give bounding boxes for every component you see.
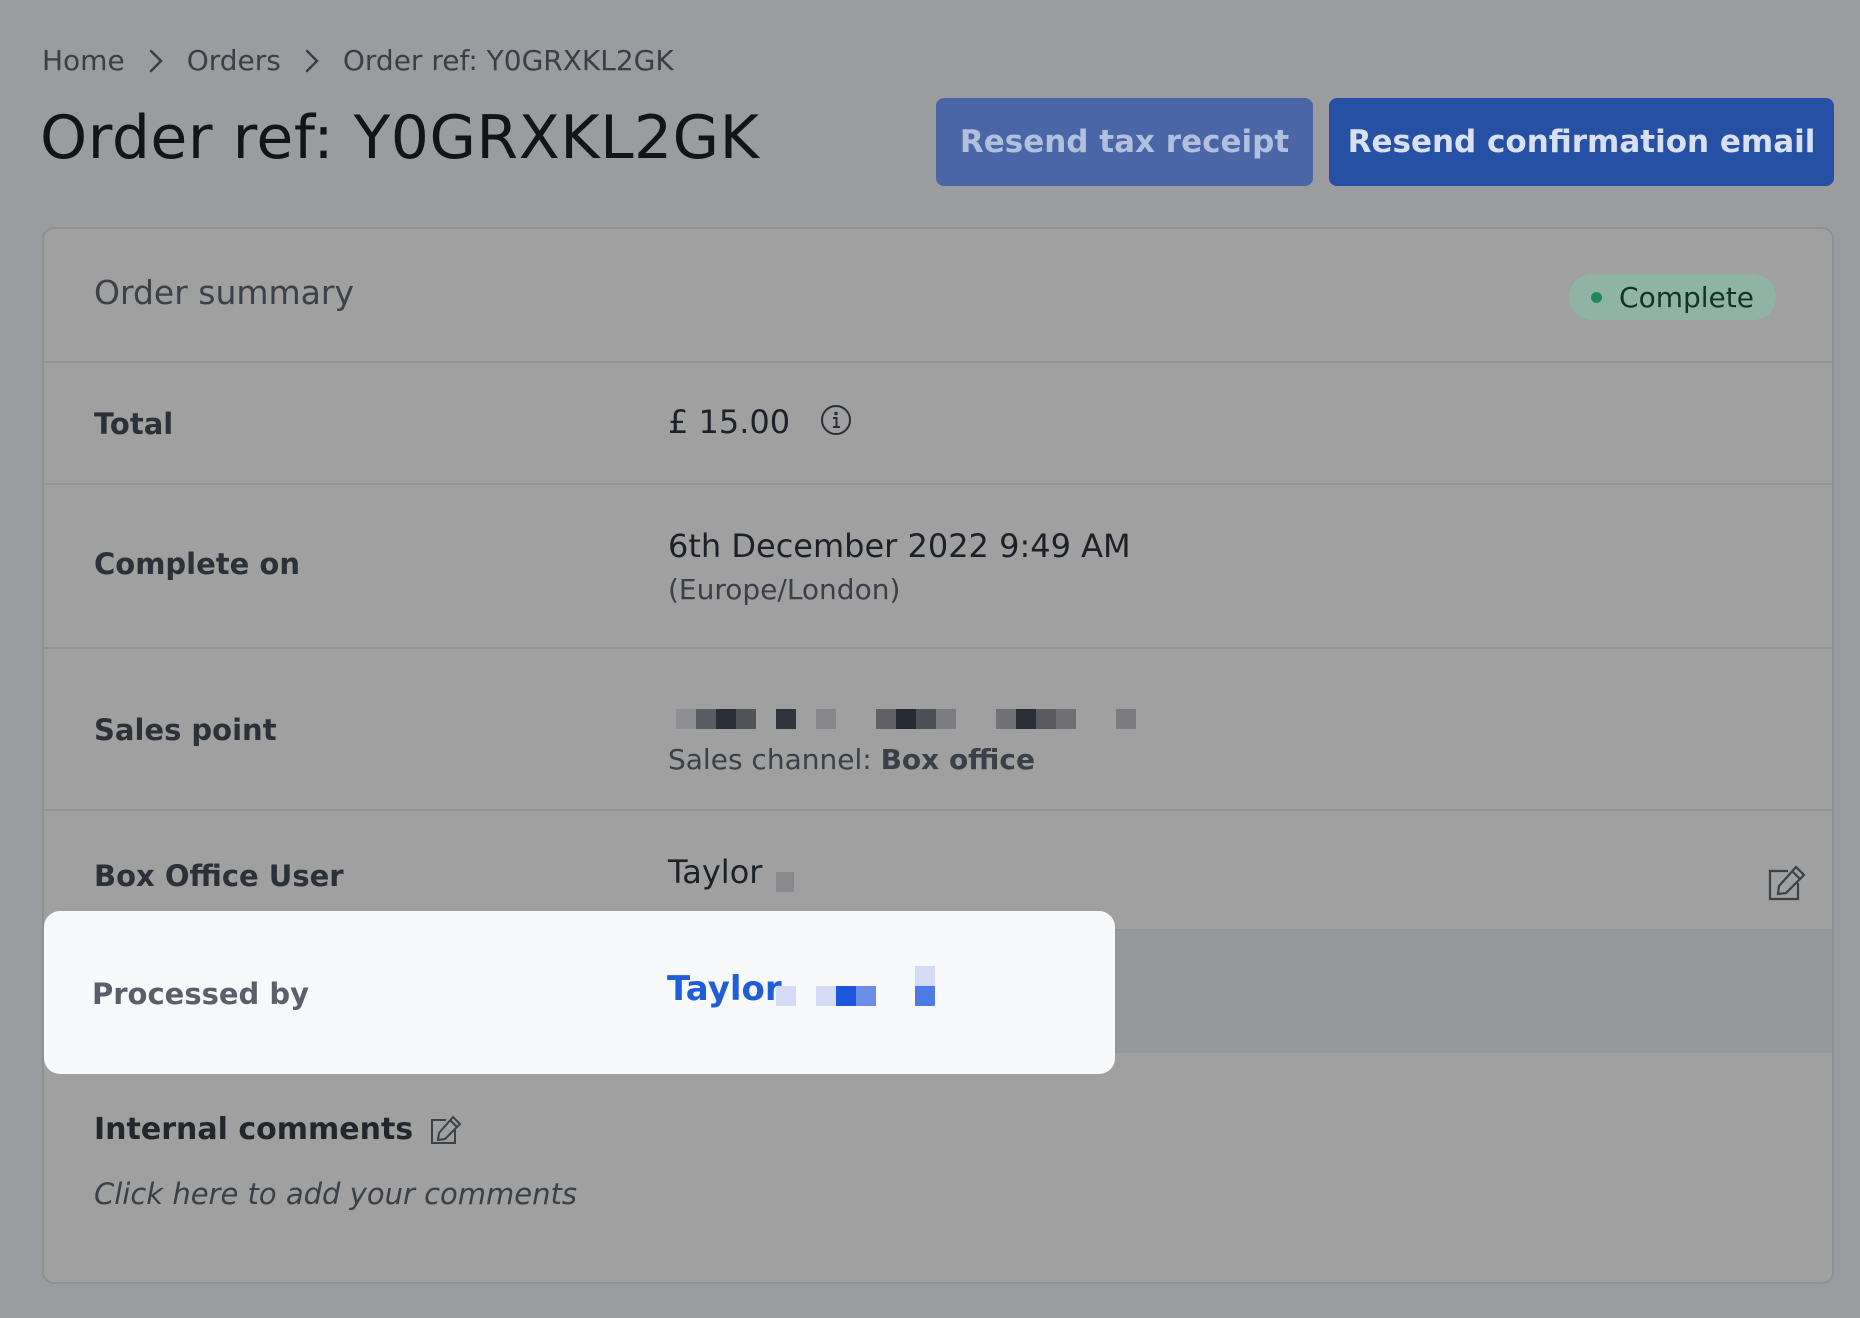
resend-confirmation-email-button[interactable]: Resend confirmation email (1329, 98, 1834, 186)
internal-comments-title: Internal comments (94, 1112, 463, 1147)
processed-by-user-link[interactable]: Taylor (667, 969, 782, 1009)
breadcrumb-current: Order ref: Y0GRXKL2GK (342, 44, 674, 77)
status-badge: Complete (1569, 274, 1776, 320)
info-icon[interactable] (820, 404, 852, 444)
complete-on-label: Complete on (94, 547, 300, 581)
edit-icon[interactable] (429, 1114, 463, 1146)
internal-comments-placeholder[interactable]: Click here to add your comments (94, 1177, 577, 1211)
total-amount: £ 15.00 (668, 403, 791, 441)
sales-channel: Sales channel: Box office (668, 743, 1035, 776)
complete-on-row: Complete on 6th December 2022 9:49 AM (E… (44, 485, 1832, 649)
processed-by-row: Processed by Taylor (44, 911, 1115, 1074)
breadcrumb: Home Orders Order ref: Y0GRXKL2GK (42, 44, 674, 77)
total-row: Total £ 15.00 (44, 363, 1832, 485)
complete-on-timezone: (Europe/London) (668, 573, 901, 606)
processed-by-label: Processed by (92, 977, 310, 1011)
edit-icon[interactable] (1766, 863, 1808, 907)
order-summary-header: Order summary Complete (44, 229, 1832, 363)
status-dot-icon (1591, 292, 1603, 303)
status-label: Complete (1619, 280, 1754, 314)
resend-tax-receipt-button[interactable]: Resend tax receipt (936, 98, 1313, 186)
box-office-user-label: Box Office User (94, 859, 344, 893)
box-office-user-redacted (776, 872, 794, 892)
breadcrumb-orders[interactable]: Orders (187, 44, 281, 77)
order-summary-title: Order summary (94, 273, 354, 312)
chevron-right-icon (305, 49, 319, 73)
sales-point-row: Sales point Sales channel: Box office (44, 649, 1832, 811)
breadcrumb-home[interactable]: Home (42, 44, 125, 77)
sales-channel-prefix: Sales channel: (668, 743, 881, 776)
total-value: £ 15.00 (668, 403, 852, 444)
box-office-user-value: Taylor (668, 853, 763, 891)
total-label: Total (94, 407, 174, 441)
chevron-right-icon (149, 49, 163, 73)
complete-on-value: 6th December 2022 9:49 AM (668, 527, 1131, 565)
page-title: Order ref: Y0GRXKL2GK (40, 103, 760, 173)
sales-channel-value: Box office (880, 743, 1035, 776)
internal-comments-label: Internal comments (94, 1112, 414, 1147)
sales-point-label: Sales point (94, 713, 277, 747)
order-summary-card: Order summary Complete Total £ 15.00 Com… (42, 227, 1834, 1284)
